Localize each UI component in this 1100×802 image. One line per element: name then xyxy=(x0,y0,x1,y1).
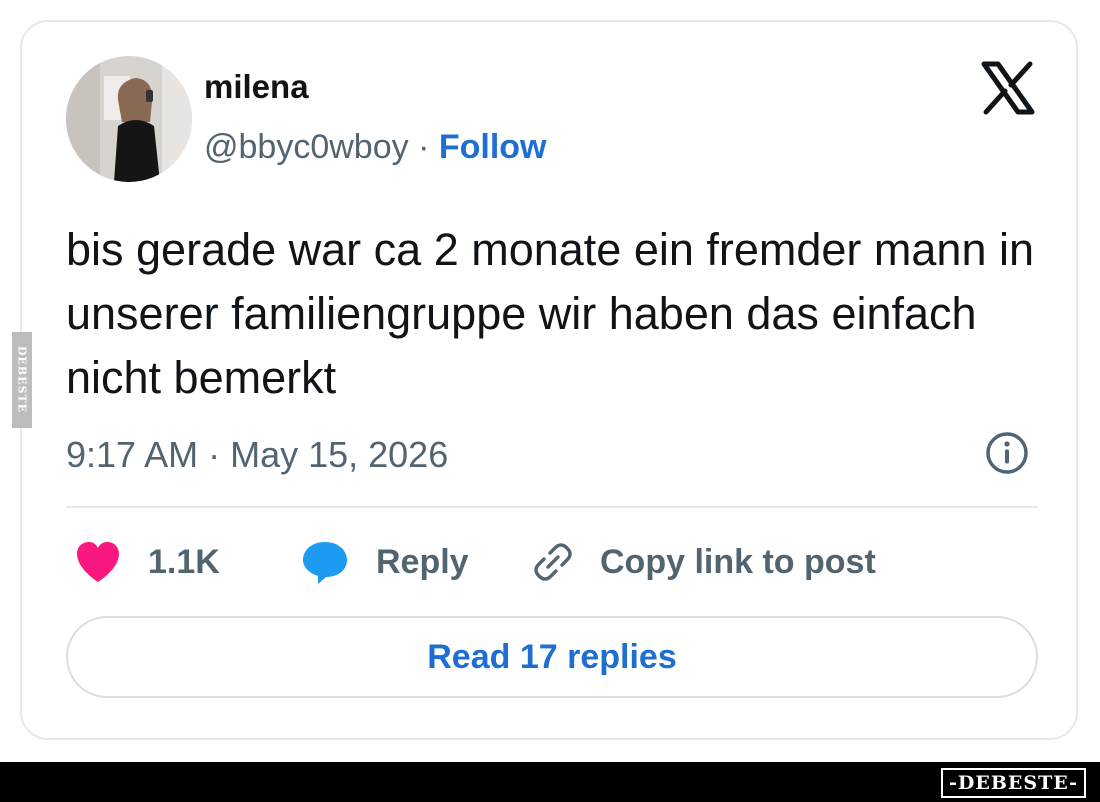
tweet-timestamp[interactable]: 9:17 AM · May 15, 2026 xyxy=(66,434,448,476)
link-icon xyxy=(534,543,572,581)
like-button[interactable]: 1.1K xyxy=(74,532,220,592)
read-replies-button[interactable]: Read 17 replies xyxy=(66,616,1038,698)
side-watermark: DEBESTE xyxy=(12,332,32,428)
follow-button[interactable]: Follow xyxy=(439,128,547,166)
info-icon[interactable] xyxy=(984,430,1030,476)
handle-line: @bbyc0wboy · Follow xyxy=(204,128,547,167)
x-logo-icon[interactable] xyxy=(980,60,1036,116)
watermark-logo-text: -DEBESTE- xyxy=(949,772,1078,794)
heart-icon xyxy=(77,542,119,582)
author-handle[interactable]: @bbyc0wboy xyxy=(204,128,409,166)
copy-link-button[interactable]: Copy link to post xyxy=(530,532,876,592)
divider xyxy=(66,506,1038,508)
handle-separator: · xyxy=(408,128,439,166)
watermark-logo: -DEBESTE- xyxy=(941,768,1086,798)
speech-bubble-icon xyxy=(303,542,347,584)
read-replies-label: Read 17 replies xyxy=(427,637,677,676)
reply-label: Reply xyxy=(376,542,469,581)
author-name[interactable]: milena xyxy=(204,68,309,106)
tweet-text: bis gerade war ca 2 monate ein fremder m… xyxy=(66,224,1035,403)
like-count: 1.1K xyxy=(148,542,220,581)
reply-button[interactable]: Reply xyxy=(300,532,469,592)
tweet-card: milena @bbyc0wboy · Follow bis gerade wa… xyxy=(20,20,1078,740)
action-bar: 1.1K Reply Copy link to post xyxy=(22,532,1076,592)
side-watermark-text: DEBESTE xyxy=(15,346,29,414)
avatar[interactable] xyxy=(66,56,192,182)
bottom-watermark-bar: -DEBESTE- xyxy=(0,762,1100,802)
copy-link-label: Copy link to post xyxy=(600,542,876,581)
